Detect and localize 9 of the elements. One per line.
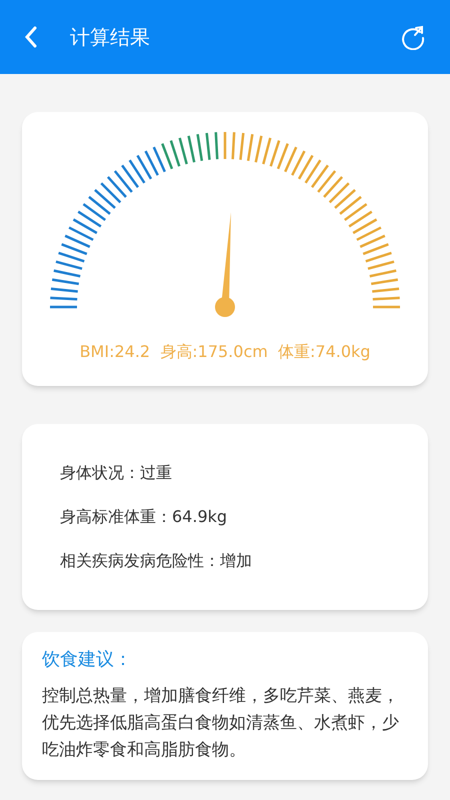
refresh-icon[interactable] <box>400 24 426 50</box>
advice-title: 饮食建议： <box>42 648 133 672</box>
bmi-summary: BMI:24.2 身高:175.0cm 体重:74.0kg <box>80 341 370 363</box>
status-line: 身高标准体重：64.9kg <box>60 506 228 528</box>
status-line: 相关疾病发病危险性：增加 <box>60 550 253 572</box>
page-title: 计算结果 <box>70 24 150 51</box>
back-icon[interactable] <box>24 26 38 48</box>
status-line: 身体状况：过重 <box>60 462 173 484</box>
advice-text: 控制总热量，增加膳食纤维，多吃芹菜、燕麦，优先选择低脂高蛋白食物如清蒸鱼、水煮虾，少吃油炸零食和高脂肪食物。 <box>42 685 400 762</box>
